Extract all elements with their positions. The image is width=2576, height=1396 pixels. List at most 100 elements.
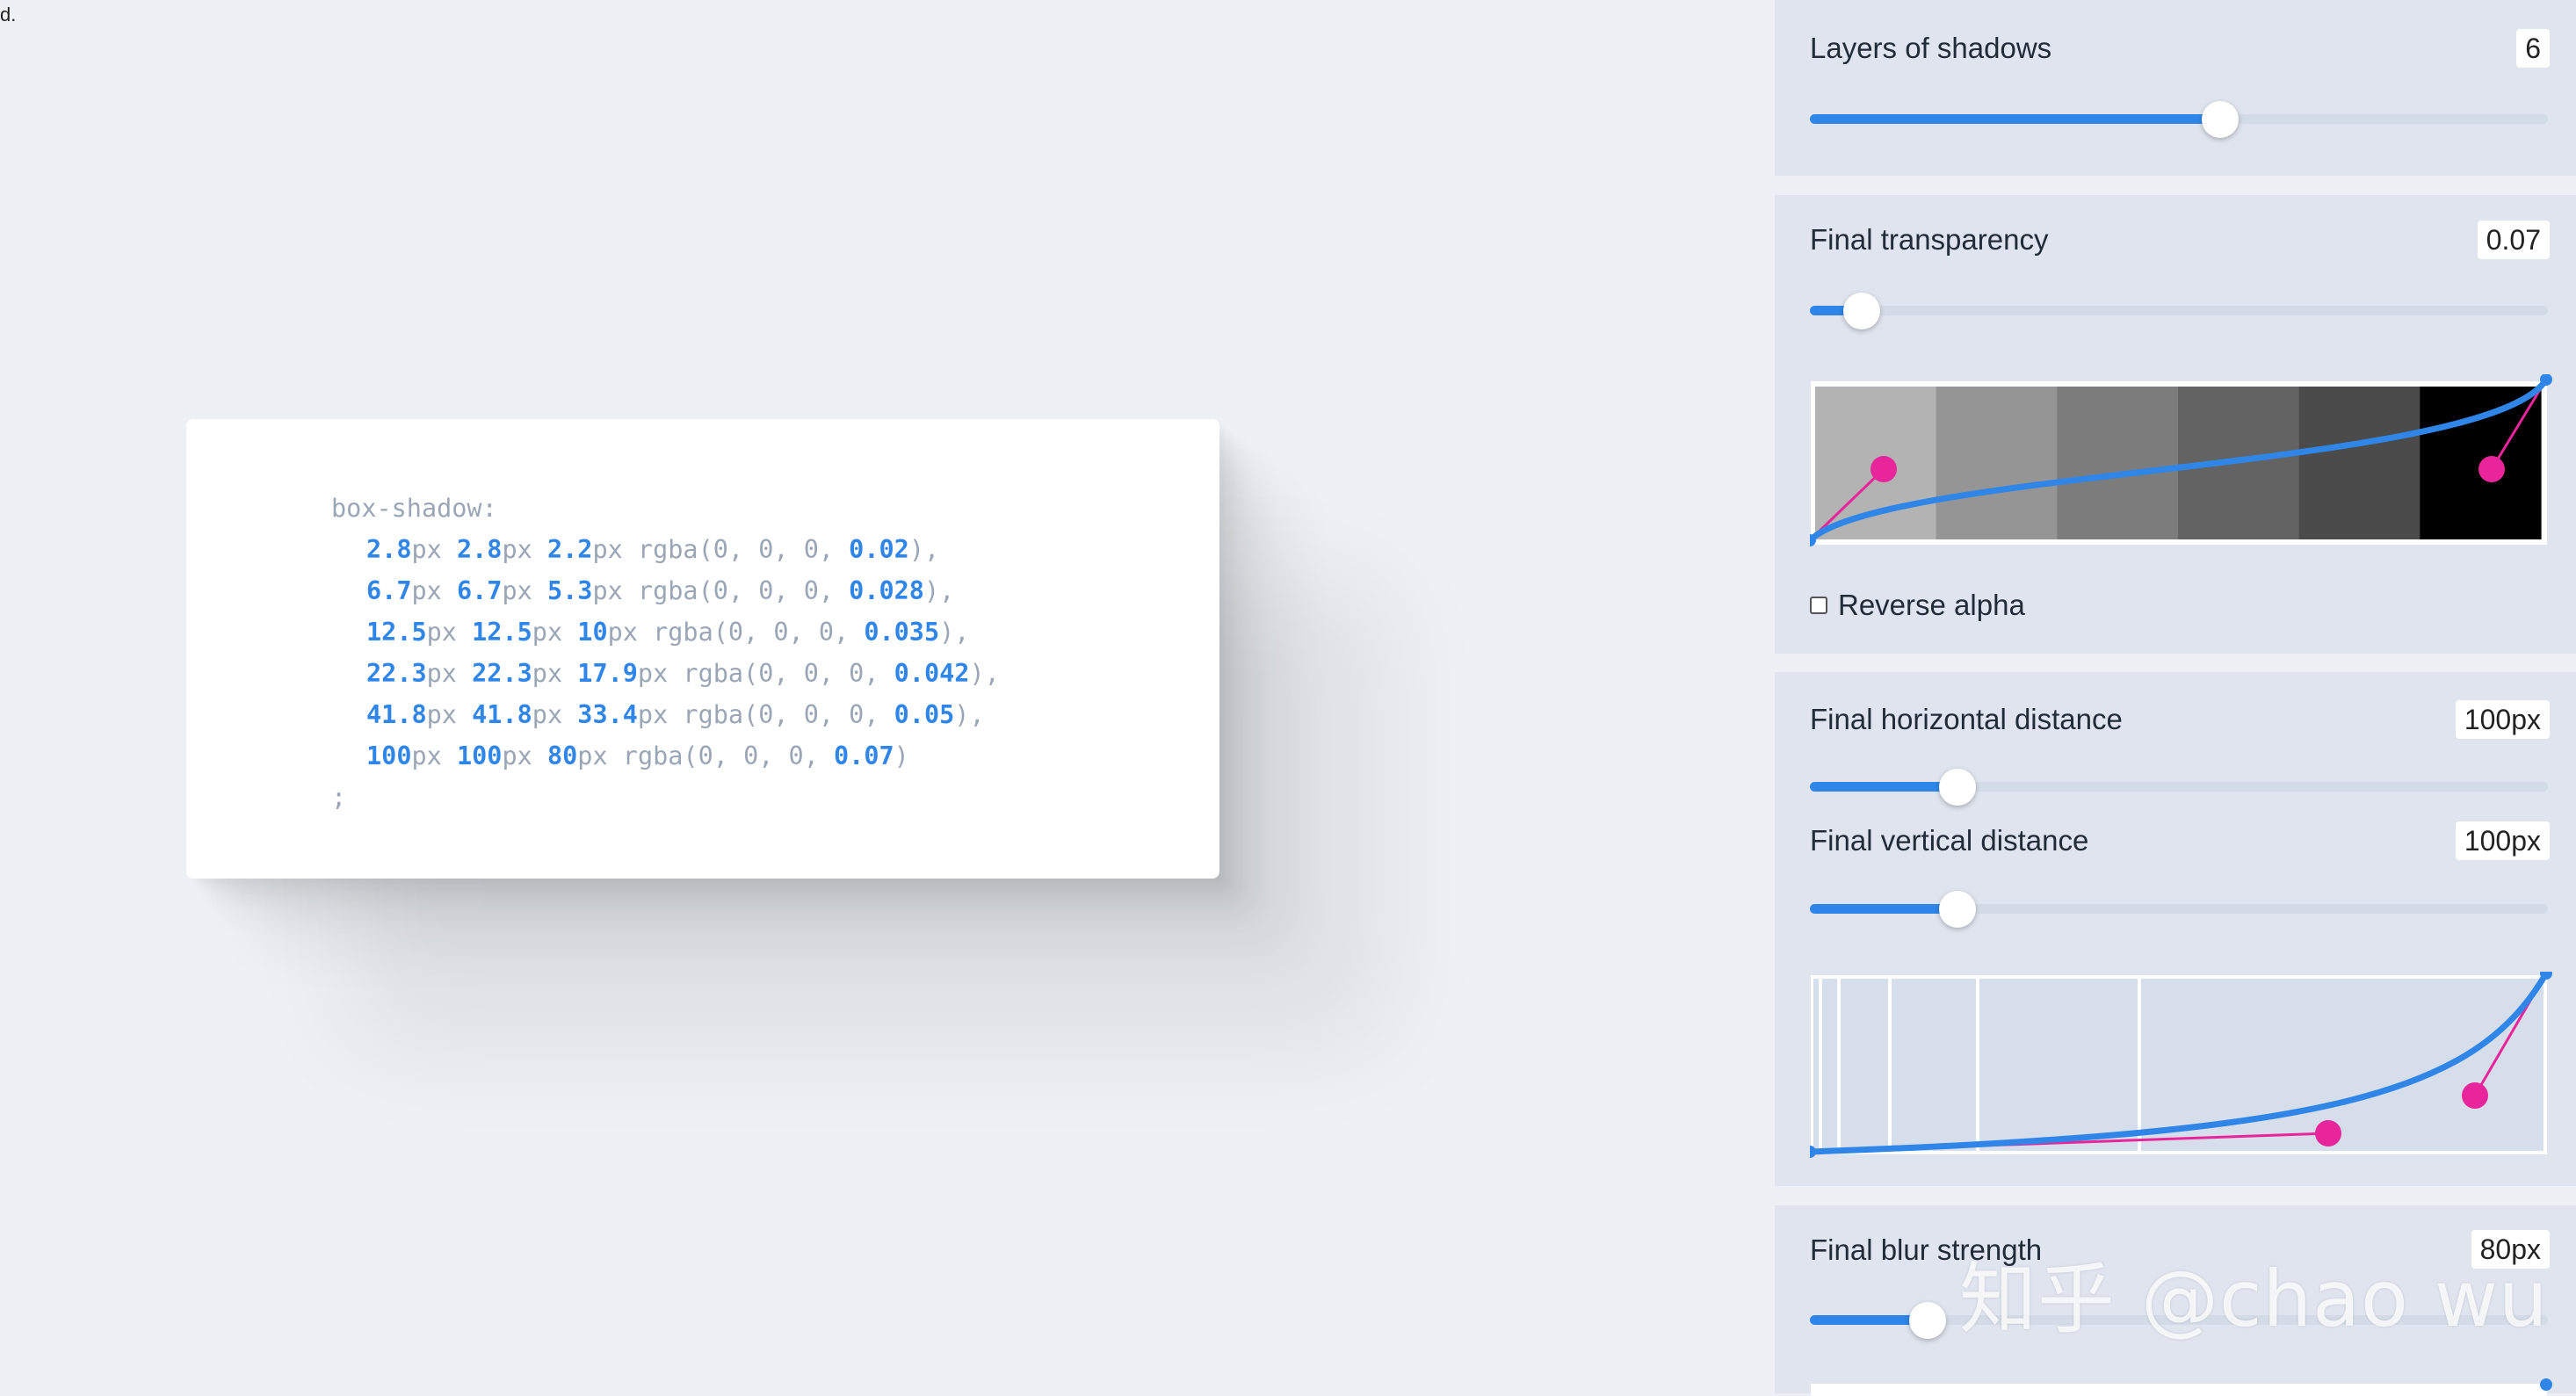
curve-endpoint[interactable] [2540, 1378, 2552, 1391]
offset-x-value: 2.8 [366, 535, 412, 564]
unit-text: px [592, 576, 623, 605]
code-shadow-layer: 12.5px 12.5px 10px rgba(0, 0, 0, 0.035), [366, 618, 970, 647]
reverse-alpha-checkbox[interactable] [1810, 597, 1827, 614]
reverse-alpha-label: Reverse alpha [1838, 589, 2025, 621]
rgba-prefix: rgba(0, 0, 0, [683, 700, 894, 729]
offset-y-value: 12.5 [472, 618, 532, 647]
unit-text: px [637, 700, 669, 729]
rgba-prefix: rgba(0, 0, 0, [622, 741, 835, 770]
blur-curve-editor-top [1811, 1378, 2552, 1396]
transparency-panel: Final transparency 0.07 Reverse alpha [1775, 195, 2576, 654]
code-shadow-layer: 100px 100px 80px rgba(0, 0, 0, 0.07) [366, 741, 909, 770]
offset-x-value: 6.7 [366, 576, 412, 605]
unit-text: px [502, 535, 532, 564]
rgba-prefix: rgba(0, 0, 0, [637, 576, 850, 605]
alpha-swatch [2057, 387, 2179, 539]
layer-band [1979, 979, 2138, 1151]
offset-y-value: 2.8 [456, 535, 503, 564]
code-shadow-layer: 6.7px 6.7px 5.3px rgba(0, 0, 0, 0.028), [366, 576, 955, 605]
slider-thumb[interactable] [1939, 768, 1976, 806]
code-shadow-layer: 22.3px 22.3px 17.9px rgba(0, 0, 0, 0.042… [366, 659, 1000, 688]
horizontal-slider[interactable] [1810, 768, 2548, 806]
horizontal-label: Final horizontal distance [1810, 703, 2123, 735]
offset-x-value: 100 [366, 741, 412, 770]
offset-y-value: 6.7 [456, 576, 503, 605]
rgba-prefix: rgba(0, 0, 0, [637, 535, 850, 564]
alpha-value: 0.028 [849, 576, 924, 605]
offset-x-value: 22.3 [366, 659, 427, 688]
slider-thumb[interactable] [2202, 100, 2240, 138]
shadow-preview-card: box-shadow: 2.8px 2.8px 2.2px rgba(0, 0,… [186, 419, 1219, 879]
layers-label: Layers of shadows [1810, 32, 2052, 64]
offset-x-value: 12.5 [366, 618, 427, 647]
unit-text: px [411, 535, 442, 564]
layer-band [1813, 979, 1819, 1151]
blur-value-text: 80 [546, 741, 578, 770]
offset-x-value: 41.8 [366, 700, 427, 729]
blur-value-text: 2.2 [546, 535, 593, 564]
blur-value-text: 33.4 [577, 700, 638, 729]
slider-fill [1810, 114, 2221, 124]
vertical-value[interactable]: 100px [2455, 821, 2550, 860]
layers-slider[interactable] [1810, 100, 2548, 138]
blur-value-text: 10 [577, 618, 608, 647]
unit-text: px [592, 535, 623, 564]
unit-text: px [577, 741, 608, 770]
watermark: 知乎 @chao wu [1959, 1254, 2549, 1344]
layers-value[interactable]: 6 [2516, 29, 2550, 68]
layer-band [1892, 979, 1976, 1151]
offset-y-value: 41.8 [472, 700, 532, 729]
unit-text: px [637, 659, 669, 688]
alpha-swatch [1936, 387, 2058, 539]
curve-control-point[interactable] [2315, 1120, 2341, 1146]
alpha-value: 0.042 [894, 659, 970, 688]
code-terminator: ; [331, 783, 347, 812]
slider-thumb[interactable] [1909, 1301, 1947, 1339]
curve-control-point[interactable] [2478, 456, 2505, 482]
slider-track [1810, 306, 2548, 315]
css-code-block: box-shadow: 2.8px 2.8px 2.2px rgba(0, 0,… [331, 488, 1000, 818]
code-property: box-shadow: [331, 494, 497, 523]
offset-y-value: 22.3 [472, 659, 532, 688]
offset-y-value: 100 [456, 741, 503, 770]
blur-curve-frame [1811, 1384, 2547, 1396]
unit-text: px [532, 659, 563, 688]
blur-value-text: 17.9 [577, 659, 638, 688]
transparency-value[interactable]: 0.07 [2477, 221, 2550, 259]
curve-control-point[interactable] [2462, 1082, 2488, 1109]
unit-text: px [426, 700, 457, 729]
curve-control-point[interactable] [1870, 456, 1897, 482]
alpha-value: 0.07 [834, 741, 894, 770]
slider-thumb[interactable] [1939, 890, 1976, 928]
vertical-slider[interactable] [1810, 890, 2548, 928]
code-shadow-layer: 41.8px 41.8px 33.4px rgba(0, 0, 0, 0.05)… [366, 700, 985, 729]
transparency-label: Final transparency [1810, 223, 2049, 256]
slider-fill [1810, 782, 1957, 792]
alpha-value: 0.035 [864, 618, 940, 647]
alpha-value: 0.05 [894, 700, 955, 729]
layer-band [1822, 979, 1837, 1151]
reverse-alpha-option[interactable]: Reverse alpha [1810, 589, 2025, 622]
rgba-prefix: rgba(0, 0, 0, [653, 618, 865, 647]
unit-text: px [411, 741, 442, 770]
alpha-value: 0.02 [849, 535, 909, 564]
slider-fill [1810, 904, 1957, 914]
unit-text: px [607, 618, 638, 647]
horizontal-value[interactable]: 100px [2455, 700, 2550, 739]
vertical-label: Final vertical distance [1810, 824, 2089, 857]
distance-curve-editor[interactable] [1810, 972, 2557, 1165]
alpha-curve-editor[interactable] [1810, 374, 2557, 550]
unit-text: px [411, 576, 442, 605]
corner-text: d. [0, 4, 17, 25]
unit-text: px [532, 618, 563, 647]
slider-thumb[interactable] [1842, 292, 1880, 329]
unit-text: px [532, 700, 563, 729]
alpha-swatch [2298, 387, 2420, 539]
blur-value-text: 5.3 [546, 576, 593, 605]
unit-text: px [502, 741, 532, 770]
code-shadow-layer: 2.8px 2.8px 2.2px rgba(0, 0, 0, 0.02), [366, 535, 940, 564]
transparency-slider[interactable] [1810, 292, 2548, 329]
distance-panel: Final horizontal distance 100px Final ve… [1775, 672, 2576, 1186]
layer-band [1841, 979, 1888, 1151]
unit-text: px [426, 659, 457, 688]
